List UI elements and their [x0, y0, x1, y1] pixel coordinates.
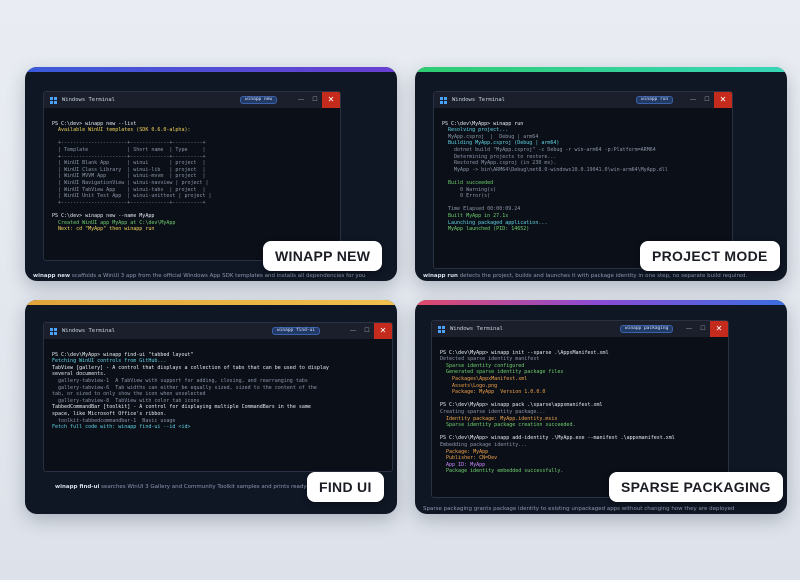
- terminal-logo-icon: [438, 325, 445, 333]
- card-label-badge: PROJECT MODE: [640, 241, 780, 271]
- card-sparse-packaging[interactable]: Windows Terminal winapp packaging — ☐ ✕ …: [415, 300, 787, 514]
- terminal-tab[interactable]: winapp packaging: [620, 325, 674, 333]
- terminal-window: Windows Terminal winapp new — ☐ ✕ PS C:\…: [43, 91, 341, 261]
- terminal-output: PS C:\dev\MyApp> winapp run Resolving pr…: [442, 120, 668, 233]
- card-accent-bar: [25, 300, 397, 305]
- card-project-mode[interactable]: Windows Terminal winapp run — ☐ ✕ PS C:\…: [415, 67, 787, 281]
- minimize-icon[interactable]: —: [294, 92, 308, 108]
- minimize-icon[interactable]: —: [346, 323, 360, 339]
- card-accent-bar: [415, 67, 787, 72]
- terminal-title: Windows Terminal: [62, 97, 115, 103]
- close-icon[interactable]: ✕: [710, 321, 728, 337]
- terminal-title: Windows Terminal: [452, 97, 505, 103]
- terminal-output: PS C:\dev> winapp new --list Available W…: [52, 120, 212, 233]
- terminal-logo-icon: [50, 96, 57, 104]
- terminal-title: Windows Terminal: [62, 328, 115, 334]
- close-icon[interactable]: ✕: [374, 323, 392, 339]
- card-accent-bar: [415, 300, 787, 305]
- terminal-titlebar: Windows Terminal winapp find-ui — ☐ ✕: [44, 323, 392, 339]
- card-label-badge: FIND UI: [307, 472, 384, 502]
- card-winapp-new[interactable]: Windows Terminal winapp new — ☐ ✕ PS C:\…: [25, 67, 397, 281]
- card-caption: winapp run detects the project, builds a…: [423, 273, 748, 279]
- maximize-icon[interactable]: ☐: [696, 321, 710, 337]
- minimize-icon[interactable]: —: [682, 321, 696, 337]
- terminal-titlebar: Windows Terminal winapp packaging — ☐ ✕: [432, 321, 728, 337]
- maximize-icon[interactable]: ☐: [360, 323, 374, 339]
- minimize-icon[interactable]: —: [686, 92, 700, 108]
- terminal-logo-icon: [50, 327, 57, 335]
- card-accent-bar: [25, 67, 397, 72]
- terminal-titlebar: Windows Terminal winapp new — ☐ ✕: [44, 92, 340, 108]
- maximize-icon[interactable]: ☐: [308, 92, 322, 108]
- maximize-icon[interactable]: ☐: [700, 92, 714, 108]
- terminal-window: Windows Terminal winapp find-ui — ☐ ✕ PS…: [43, 322, 393, 472]
- card-find-ui[interactable]: Windows Terminal winapp find-ui — ☐ ✕ PS…: [25, 300, 397, 514]
- terminal-output: PS C:\dev\MyApp> winapp find-ui "tabbed …: [52, 351, 329, 431]
- card-label-badge: WINAPP NEW: [263, 241, 383, 271]
- terminal-logo-icon: [440, 96, 447, 104]
- terminal-tab[interactable]: winapp run: [636, 96, 674, 104]
- terminal-tab[interactable]: winapp new: [240, 96, 278, 104]
- card-label-badge: SPARSE PACKAGING: [609, 472, 783, 502]
- terminal-titlebar: Windows Terminal winapp run — ☐ ✕: [434, 92, 732, 108]
- card-caption: Sparse packaging grants package identity…: [423, 506, 735, 512]
- close-icon[interactable]: ✕: [714, 92, 732, 108]
- terminal-output: PS C:\dev\MyApp> winapp init --sparse .\…: [440, 349, 675, 475]
- terminal-title: Windows Terminal: [450, 326, 503, 332]
- close-icon[interactable]: ✕: [322, 92, 340, 108]
- terminal-tab[interactable]: winapp find-ui: [272, 327, 320, 335]
- card-caption: winapp new scaffolds a WinUI 3 app from …: [33, 273, 366, 279]
